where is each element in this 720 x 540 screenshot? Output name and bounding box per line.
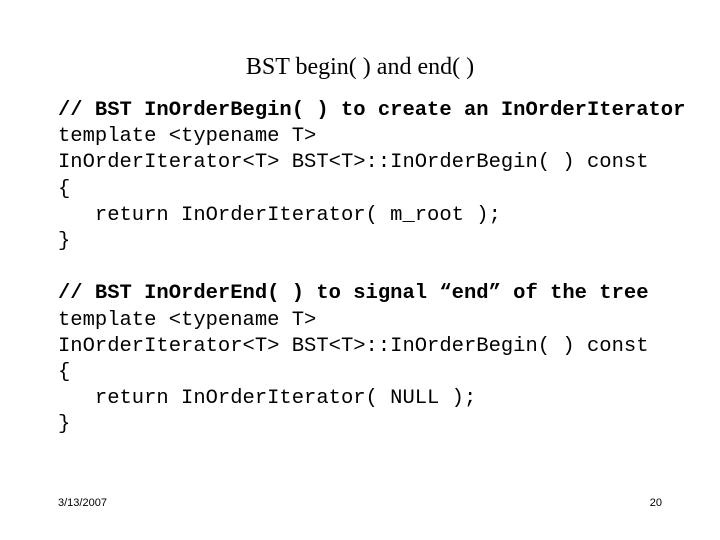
code-line: InOrderIterator<T> BST<T>::InOrderBegin(… bbox=[58, 151, 649, 175]
code-line: template <typename T> bbox=[58, 308, 317, 332]
code-block: // BST InOrderBegin( ) to create an InOr… bbox=[58, 98, 698, 438]
code-line: return InOrderIterator( NULL ); bbox=[58, 387, 477, 411]
code-line: // BST InOrderBegin( ) to create an InOr… bbox=[58, 99, 686, 122]
slide-canvas: BST begin( ) and end( ) // BST InOrderBe… bbox=[0, 0, 720, 540]
page-title: BST begin( ) and end( ) bbox=[245, 54, 475, 80]
code-line: // BST InOrderEnd( ) to signal “end” of … bbox=[58, 282, 649, 306]
code-line: return InOrderIterator( m_root ); bbox=[58, 203, 501, 227]
code-line: } bbox=[58, 229, 71, 253]
code-line: InOrderIterator<T> BST<T>::InOrderBegin(… bbox=[58, 334, 649, 358]
code-line: template <typename T> bbox=[58, 125, 317, 149]
code-line: { bbox=[58, 360, 71, 384]
code-line: { bbox=[58, 177, 71, 201]
footer-page-number: 20 bbox=[649, 497, 662, 509]
code-line: } bbox=[58, 413, 71, 437]
